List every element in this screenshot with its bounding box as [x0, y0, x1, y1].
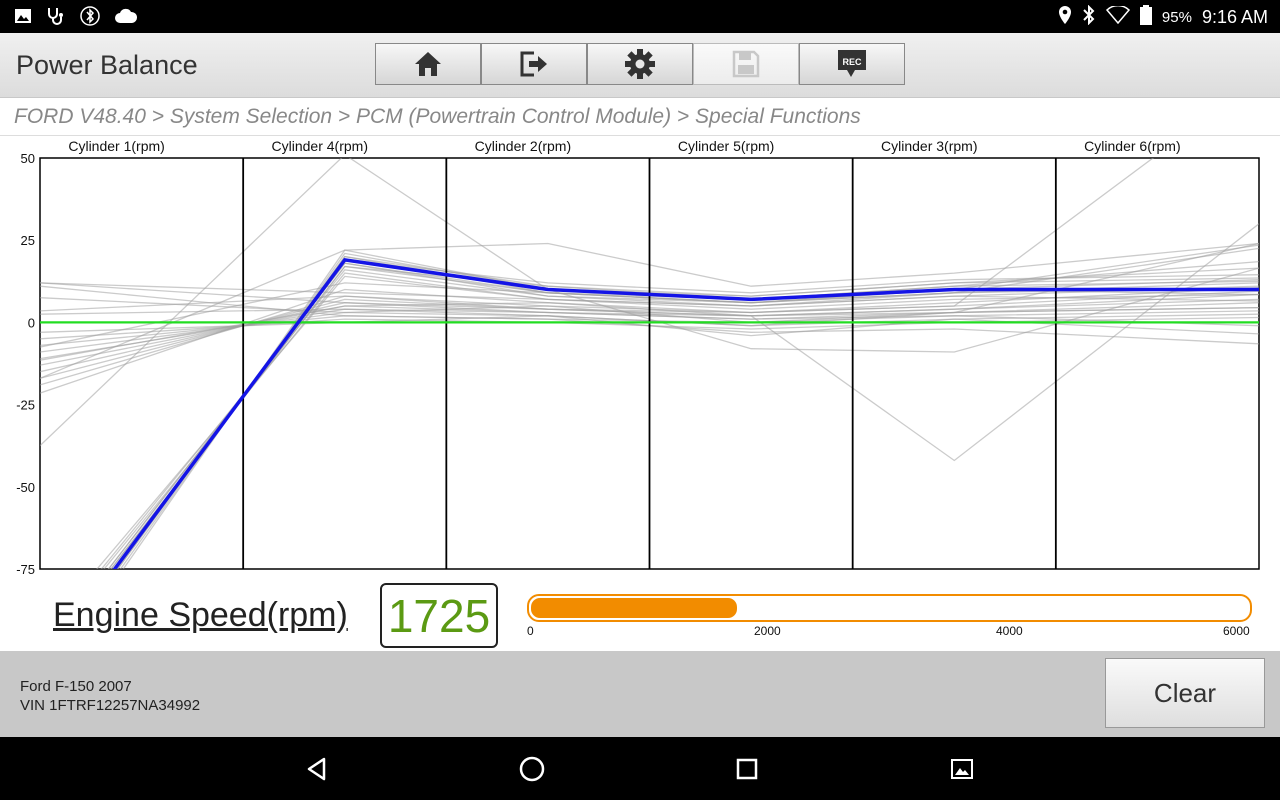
recents-button[interactable] [730, 752, 764, 786]
image-icon [14, 7, 32, 30]
bluetooth-circle-icon [80, 6, 100, 31]
power-balance-chart: 50 25 0 -25 -50 -75 Cylinder 1(rpm) Cylinder 4(… [0, 136, 1280, 577]
status-bar: 95% 9:16 AM [0, 0, 1280, 33]
stethoscope-icon [46, 7, 66, 30]
y-tick-label: 25 [21, 233, 35, 248]
clear-button[interactable]: Clear [1105, 658, 1265, 728]
clock: 9:16 AM [1201, 7, 1268, 27]
wifi-icon [1105, 4, 1130, 29]
status-right: 95% 9:16 AM [1058, 4, 1268, 30]
cylinder-label: Cylinder 6(rpm) [1084, 138, 1180, 154]
save-button[interactable] [693, 43, 799, 85]
cylinder-label: Cylinder 3(rpm) [881, 138, 977, 154]
engine-speed-label: Engine Speed(rpm) [53, 596, 348, 634]
back-icon [307, 757, 326, 781]
screenshot-button[interactable] [945, 752, 979, 786]
gauge-tick-2000: 2000 [754, 624, 781, 638]
battery-icon [1139, 5, 1152, 30]
rec-icon: REC [838, 50, 866, 77]
record-button[interactable]: REC [799, 43, 905, 85]
gauge-tick-4000: 4000 [996, 624, 1023, 638]
gauge-tick-6000: 6000 [1223, 624, 1250, 638]
exit-button[interactable] [481, 43, 587, 85]
cylinder-label: Cylinder 5(rpm) [678, 138, 774, 154]
battery-percent: 95% [1161, 9, 1192, 26]
cloud-icon [114, 8, 138, 29]
exit-icon [520, 51, 547, 77]
navigation-bar [0, 737, 1280, 800]
gauge-tick-0: 0 [527, 624, 534, 638]
toolbar: REC [375, 43, 905, 85]
vehicle-model: Ford F-150 2007 [20, 678, 132, 695]
cylinder-label: Cylinder 4(rpm) [272, 138, 368, 154]
breadcrumb: FORD V48.40 > System Selection > PCM (Po… [0, 98, 1280, 136]
y-tick-label: -75 [16, 562, 35, 576]
home-nav-button[interactable] [515, 752, 549, 786]
y-tick-label: -25 [16, 398, 35, 413]
y-tick-label: 0 [28, 315, 35, 330]
home-button[interactable] [375, 43, 481, 85]
settings-button[interactable] [587, 43, 693, 85]
bluetooth-icon [1082, 4, 1096, 30]
engine-speed-gauge-fill [531, 598, 737, 618]
home-circle-icon [519, 756, 545, 782]
recents-icon [736, 758, 758, 780]
engine-speed-gauge [527, 594, 1252, 622]
engine-speed-value: 1725 [380, 583, 498, 648]
vehicle-info: Ford F-150 2007 VIN 1FTRF12257NA34992 [20, 677, 200, 715]
app-header: Power Balance REC [0, 33, 1280, 98]
status-left-icons [14, 6, 138, 31]
y-tick-label: -50 [16, 480, 35, 495]
back-button[interactable] [300, 752, 334, 786]
location-icon [1058, 5, 1072, 30]
footer: Ford F-150 2007 VIN 1FTRF12257NA34992 Cl… [0, 651, 1280, 737]
cylinder-label: Cylinder 2(rpm) [475, 138, 571, 154]
rec-label: REC [842, 57, 862, 67]
gear-icon [625, 49, 655, 79]
vehicle-vin: VIN 1FTRF12257NA34992 [20, 697, 201, 714]
page-title: Power Balance [16, 50, 198, 80]
screenshot-icon [951, 759, 973, 779]
save-icon [732, 50, 760, 78]
cylinder-label: Cylinder 1(rpm) [68, 138, 164, 154]
chart-svg: 50 25 0 -25 -50 -75 Cylinder 1(rpm) Cylinder 4(… [16, 138, 1260, 577]
y-tick-label: 50 [21, 151, 35, 166]
home-icon [415, 52, 441, 76]
